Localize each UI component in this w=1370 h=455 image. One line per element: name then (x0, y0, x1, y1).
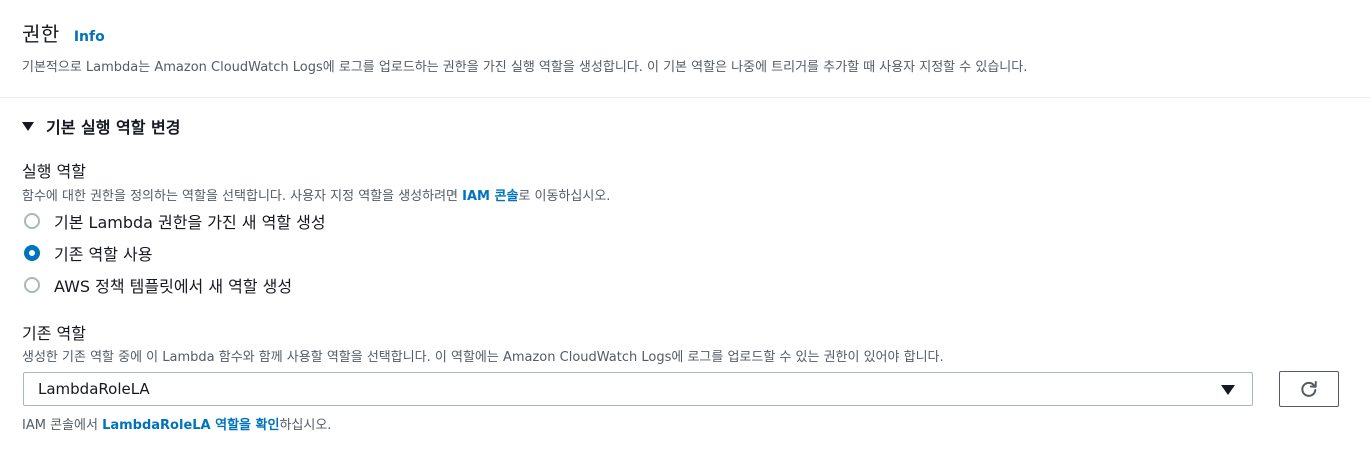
existing-role-select-value: LambdaRoleLA (38, 380, 150, 398)
iam-console-link[interactable]: IAM 콘솔 (462, 189, 518, 204)
radio-option-existing-role[interactable]: 기존 역할 사용 (22, 241, 153, 265)
caret-down-icon (1221, 385, 1235, 395)
title-row: 권한 Info (22, 18, 1370, 47)
radio-button[interactable] (24, 277, 40, 293)
radio-button[interactable] (24, 213, 40, 229)
view-role-link[interactable]: LambdaRoleLA 역할을 확인 (102, 418, 279, 433)
existing-role-label: 기존 역할 (22, 324, 86, 343)
radio-label: 기본 Lambda 권한을 가진 새 역할 생성 (54, 213, 326, 232)
view-role-note-text: IAM 콘솔에서 (22, 418, 103, 433)
info-link[interactable]: Info (74, 29, 105, 45)
change-default-role-expander[interactable]: 기본 실행 역할 변경 (22, 114, 180, 138)
execution-role-desc-suffix: 로 이동하십시오. (518, 189, 611, 204)
permissions-header: 권한 Info 기본적으로 Lambda는 Amazon CloudWatch … (22, 18, 1370, 75)
execution-role-description: 함수에 대한 권한을 정의하는 역할을 선택합니다. 사용자 지정 역할을 생성… (22, 185, 610, 204)
radio-option-policy-template[interactable]: AWS 정책 템플릿에서 새 역할 생성 (22, 273, 292, 297)
radio-button-selected[interactable] (24, 245, 40, 261)
view-role-note: IAM 콘솔에서 LambdaRoleLA 역할을 확인하십시오. (22, 414, 331, 433)
section-title: 권한 (22, 22, 60, 46)
radio-label: 기존 역할 사용 (54, 245, 153, 264)
radio-option-new-role[interactable]: 기본 Lambda 권한을 가진 새 역할 생성 (22, 209, 326, 233)
execution-role-desc-text: 함수에 대한 권한을 정의하는 역할을 선택합니다. 사용자 지정 역할을 생성… (22, 189, 463, 204)
caret-down-icon (22, 121, 34, 131)
radio-label: AWS 정책 템플릿에서 새 역할 생성 (54, 277, 293, 296)
execution-role-label: 실행 역할 (22, 162, 86, 181)
permissions-panel: 권한 Info 기본적으로 Lambda는 Amazon CloudWatch … (0, 0, 1370, 455)
divider (0, 97, 1370, 98)
existing-role-description: 생성한 기존 역할 중에 이 Lambda 함수와 함께 사용할 역할을 선택합… (22, 350, 944, 365)
refresh-button[interactable] (1279, 371, 1339, 407)
view-role-note-suffix: 하십시오. (279, 418, 332, 433)
refresh-icon (1301, 381, 1317, 397)
expander-label: 기본 실행 역할 변경 (46, 118, 181, 137)
section-description: 기본적으로 Lambda는 Amazon CloudWatch Logs에 로그… (22, 60, 1028, 75)
existing-role-select[interactable]: LambdaRoleLA (23, 372, 1253, 406)
